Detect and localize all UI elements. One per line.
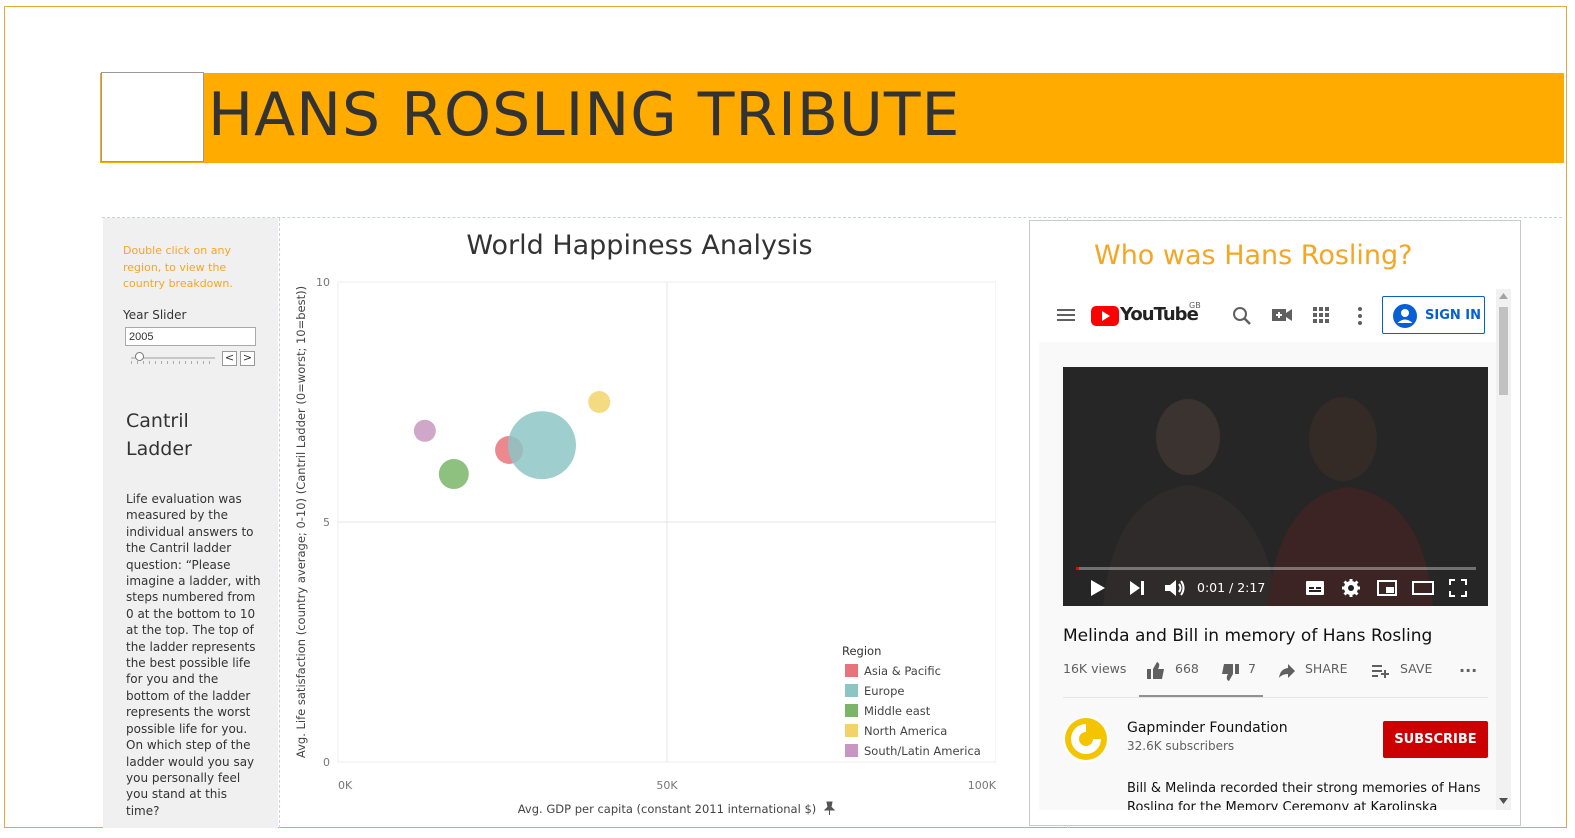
sign-in-label: SIGN IN [1425,308,1481,323]
more-vert-icon[interactable] [1357,306,1363,326]
y-axis-label: Avg. Life satisfaction (country average;… [294,286,308,758]
logo-placeholder [101,72,204,162]
dislike-icon[interactable] [1221,664,1239,682]
video-progress-bar[interactable] [1076,567,1476,570]
video-title[interactable]: Melinda and Bill in memory of Hans Rosli… [1063,626,1432,646]
legend-swatch[interactable] [845,744,858,757]
bubble-europe[interactable] [507,411,576,480]
scroll-down-icon[interactable] [1499,798,1508,804]
video-frame [1063,367,1488,606]
legend-item[interactable]: North America [864,724,947,738]
legend-item[interactable]: Asia & Pacific [864,664,941,678]
legend-swatch[interactable] [845,684,858,697]
video-time: 0:01 / 2:17 [1197,580,1266,595]
x-tick-label: 50K [656,779,678,792]
hint-text: Double click on any region, to view the … [123,244,233,290]
youtube-header: YouTube GB SIGN IN [1039,289,1511,342]
volume-icon[interactable] [1164,578,1186,598]
year-slider-label: Year Slider [123,308,187,322]
legend-item[interactable]: Middle east [864,704,931,718]
bubble-south-latin-america[interactable] [413,419,436,442]
region-code: GB [1189,301,1201,310]
more-actions-button[interactable]: ... [1459,657,1477,676]
miniplayer-icon[interactable] [1377,580,1397,596]
like-ratio-bar [1139,695,1263,697]
view-count: 16K views [1063,661,1127,676]
video-progress-fill [1076,567,1079,570]
page-title: HANS ROSLING TRIBUTE [208,80,961,150]
y-tick-label: 10 [316,276,330,289]
x-tick-label: 100K [968,779,996,792]
apps-grid-icon[interactable] [1313,307,1331,325]
subscriber-count: 32.6K subscribers [1127,739,1235,753]
ladder-title: Cantril Ladder [126,410,192,460]
like-count[interactable]: 668 [1175,661,1199,676]
y-tick-label: 0 [323,756,330,769]
y-tick-label: 5 [323,516,330,529]
next-year-button[interactable]: > [240,351,255,366]
x-axis-label: Avg. GDP per capita (constant 2011 inter… [518,802,817,816]
legend-swatch[interactable] [845,704,858,717]
youtube-embed: YouTube GB SIGN IN 0:01 / 2:17 Melinda a… [1039,289,1511,810]
scrollbar-thumb[interactable] [1499,307,1508,395]
legend-title: Region [842,644,881,658]
share-icon[interactable] [1278,664,1296,678]
bubble-middle-east[interactable] [438,459,469,489]
like-icon[interactable] [1147,662,1165,680]
bubble-north-america[interactable] [588,391,611,413]
pin-icon[interactable] [823,801,836,815]
fullscreen-icon[interactable] [1449,579,1467,597]
divider [102,217,1562,218]
legend-item[interactable]: Europe [864,684,904,698]
playlist-add-icon[interactable] [1372,664,1390,678]
x-tick-label: 0K [338,779,353,792]
settings-gear-icon[interactable] [1342,579,1360,597]
dislike-count[interactable]: 7 [1248,661,1256,676]
youtube-logo-icon[interactable] [1091,306,1119,326]
save-button[interactable]: SAVE [1400,661,1432,676]
ladder-description: Life evaluation was measured by the indi… [126,492,261,818]
youtube-logo-text[interactable]: YouTube [1120,304,1199,325]
divider [279,218,280,828]
year-slider-thumb[interactable] [135,352,144,361]
menu-icon[interactable] [1057,307,1077,323]
year-slider-ticks [131,361,215,364]
sign-in-button[interactable]: SIGN IN [1382,296,1485,334]
subtitles-icon[interactable] [1306,581,1324,595]
legend-swatch[interactable] [845,664,858,677]
video-description: Bill & Melinda recorded their strong mem… [1127,781,1481,810]
share-button[interactable]: SHARE [1305,661,1347,676]
divider [1063,697,1488,698]
theater-mode-icon[interactable] [1412,580,1434,596]
video-player[interactable]: 0:01 / 2:17 [1063,367,1488,606]
scroll-up-icon[interactable] [1499,293,1508,299]
search-icon[interactable] [1232,306,1252,326]
play-icon[interactable] [1090,579,1106,597]
account-icon [1393,304,1417,328]
section-heading: Who was Hans Rosling? [1094,240,1413,271]
next-icon[interactable] [1129,580,1145,596]
year-input[interactable] [125,327,256,346]
subscribe-button[interactable]: SUBSCRIBE [1383,721,1488,758]
prev-year-button[interactable]: < [222,351,237,366]
legend-swatch[interactable] [845,724,858,737]
channel-name[interactable]: Gapminder Foundation [1127,720,1288,736]
create-video-icon[interactable] [1271,307,1293,323]
channel-avatar[interactable] [1063,716,1109,762]
scatter-chart[interactable]: 10 5 0 0K 50K 100K Avg. GDP per capita (const… [283,222,996,826]
legend-item[interactable]: South/Latin America [864,744,981,758]
